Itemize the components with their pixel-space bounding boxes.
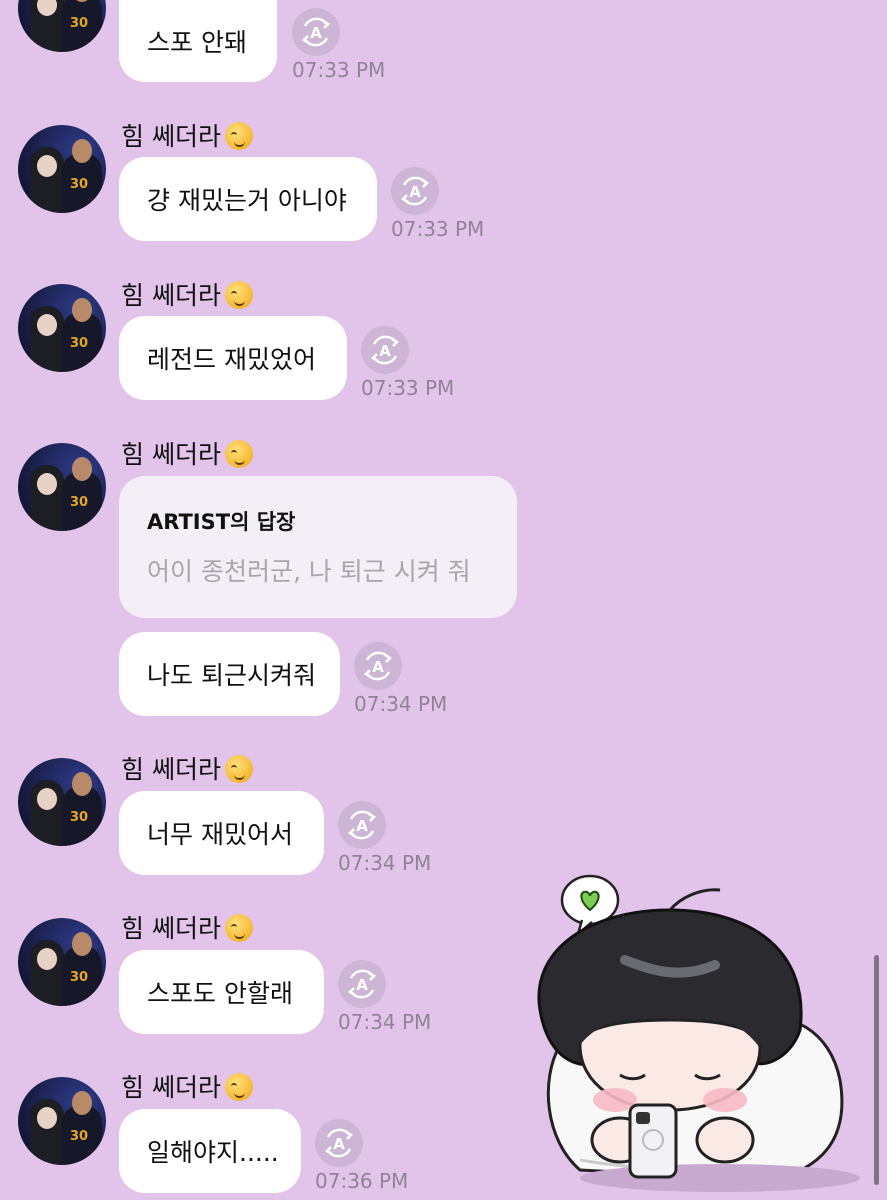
smirking-face-emoji-icon <box>224 281 253 309</box>
message-bubble[interactable]: 레전드 재밌었어 <box>119 316 347 400</box>
message-bubble[interactable]: 스포도 안할래 <box>119 950 324 1034</box>
reply-quoted-text: 어이 종천러군, 나 퇴근 시켜 줘 <box>147 557 471 586</box>
message-time: 07:33 PM <box>361 376 455 400</box>
translate-button[interactable]: A <box>391 167 439 215</box>
avatar[interactable]: 30 <box>18 284 106 372</box>
svg-text:A: A <box>356 976 368 994</box>
sender-name: 힘 쎄더라 <box>121 1068 253 1104</box>
translate-button[interactable]: A <box>361 326 409 374</box>
message-text: 스포도 안할래 <box>147 979 293 1008</box>
message-time: 07:33 PM <box>391 217 485 241</box>
smirking-face-emoji-icon <box>224 755 253 783</box>
message-text: 일해야지..... <box>147 1138 279 1167</box>
translate-icon: A <box>363 651 393 681</box>
message-text: 걍 재밌는거 아니야 <box>147 186 347 215</box>
smirking-face-emoji-icon <box>224 122 253 150</box>
message-bubble[interactable]: 일해야지..... <box>119 1109 301 1193</box>
avatar[interactable]: 30 <box>18 0 106 52</box>
translate-icon: A <box>400 176 430 206</box>
svg-text:A: A <box>372 658 384 676</box>
translate-icon: A <box>301 17 331 47</box>
scrollbar[interactable] <box>874 955 879 1185</box>
svg-text:A: A <box>379 342 391 360</box>
avatar[interactable]: 30 <box>18 918 106 1006</box>
translate-icon: A <box>347 810 377 840</box>
artist-reply-card[interactable]: ARTIST의 답장 어이 종천러군, 나 퇴근 시켜 줘 <box>119 476 517 618</box>
svg-text:A: A <box>333 1135 345 1153</box>
sender-name: 힘 쎄더라 <box>121 435 253 471</box>
message-time: 07:34 PM <box>338 851 432 875</box>
message-text: 스포 안돼 <box>147 28 247 57</box>
translate-button[interactable]: A <box>338 801 386 849</box>
message-text: 나도 퇴근시켜줘 <box>147 661 316 690</box>
message-text: 레전드 재밌었어 <box>147 345 316 374</box>
sender-name: 힘 쎄더라 <box>121 909 253 945</box>
message-text: 너무 재밌어서 <box>147 820 293 849</box>
svg-text:A: A <box>356 817 368 835</box>
translate-button[interactable]: A <box>315 1119 363 1167</box>
sender-name: 힘 쎄더라 <box>121 750 253 786</box>
avatar[interactable]: 30 <box>18 443 106 531</box>
avatar[interactable]: 30 <box>18 125 106 213</box>
translate-button[interactable]: A <box>354 642 402 690</box>
message-time: 07:36 PM <box>315 1169 409 1193</box>
translate-button[interactable]: A <box>292 8 340 56</box>
translate-icon: A <box>347 969 377 999</box>
message-bubble[interactable]: 너무 재밌어서 <box>119 791 324 875</box>
translate-icon: A <box>370 335 400 365</box>
message-bubble[interactable]: 걍 재밌는거 아니야 <box>119 157 377 241</box>
smirking-face-emoji-icon <box>224 914 253 942</box>
avatar[interactable]: 30 <box>18 1077 106 1165</box>
smirking-face-emoji-icon <box>224 1073 253 1101</box>
smirking-face-emoji-icon <box>224 440 253 468</box>
chibi-sticker <box>537 874 860 1192</box>
reply-title: ARTIST의 답장 <box>147 510 296 534</box>
sender-name: 힘 쎄더라 <box>121 276 253 312</box>
translate-icon: A <box>324 1128 354 1158</box>
message-time: 07:34 PM <box>354 692 448 716</box>
sender-name: 힘 쎄더라 <box>121 117 253 153</box>
avatar[interactable]: 30 <box>18 758 106 846</box>
message-time: 07:33 PM <box>292 58 386 82</box>
message-bubble[interactable]: 스포 안돼 <box>119 0 277 82</box>
svg-text:A: A <box>409 183 421 201</box>
message-bubble[interactable]: 나도 퇴근시켜줘 <box>119 632 340 716</box>
message-time: 07:34 PM <box>338 1010 432 1034</box>
translate-button[interactable]: A <box>338 960 386 1008</box>
svg-text:A: A <box>310 24 322 42</box>
